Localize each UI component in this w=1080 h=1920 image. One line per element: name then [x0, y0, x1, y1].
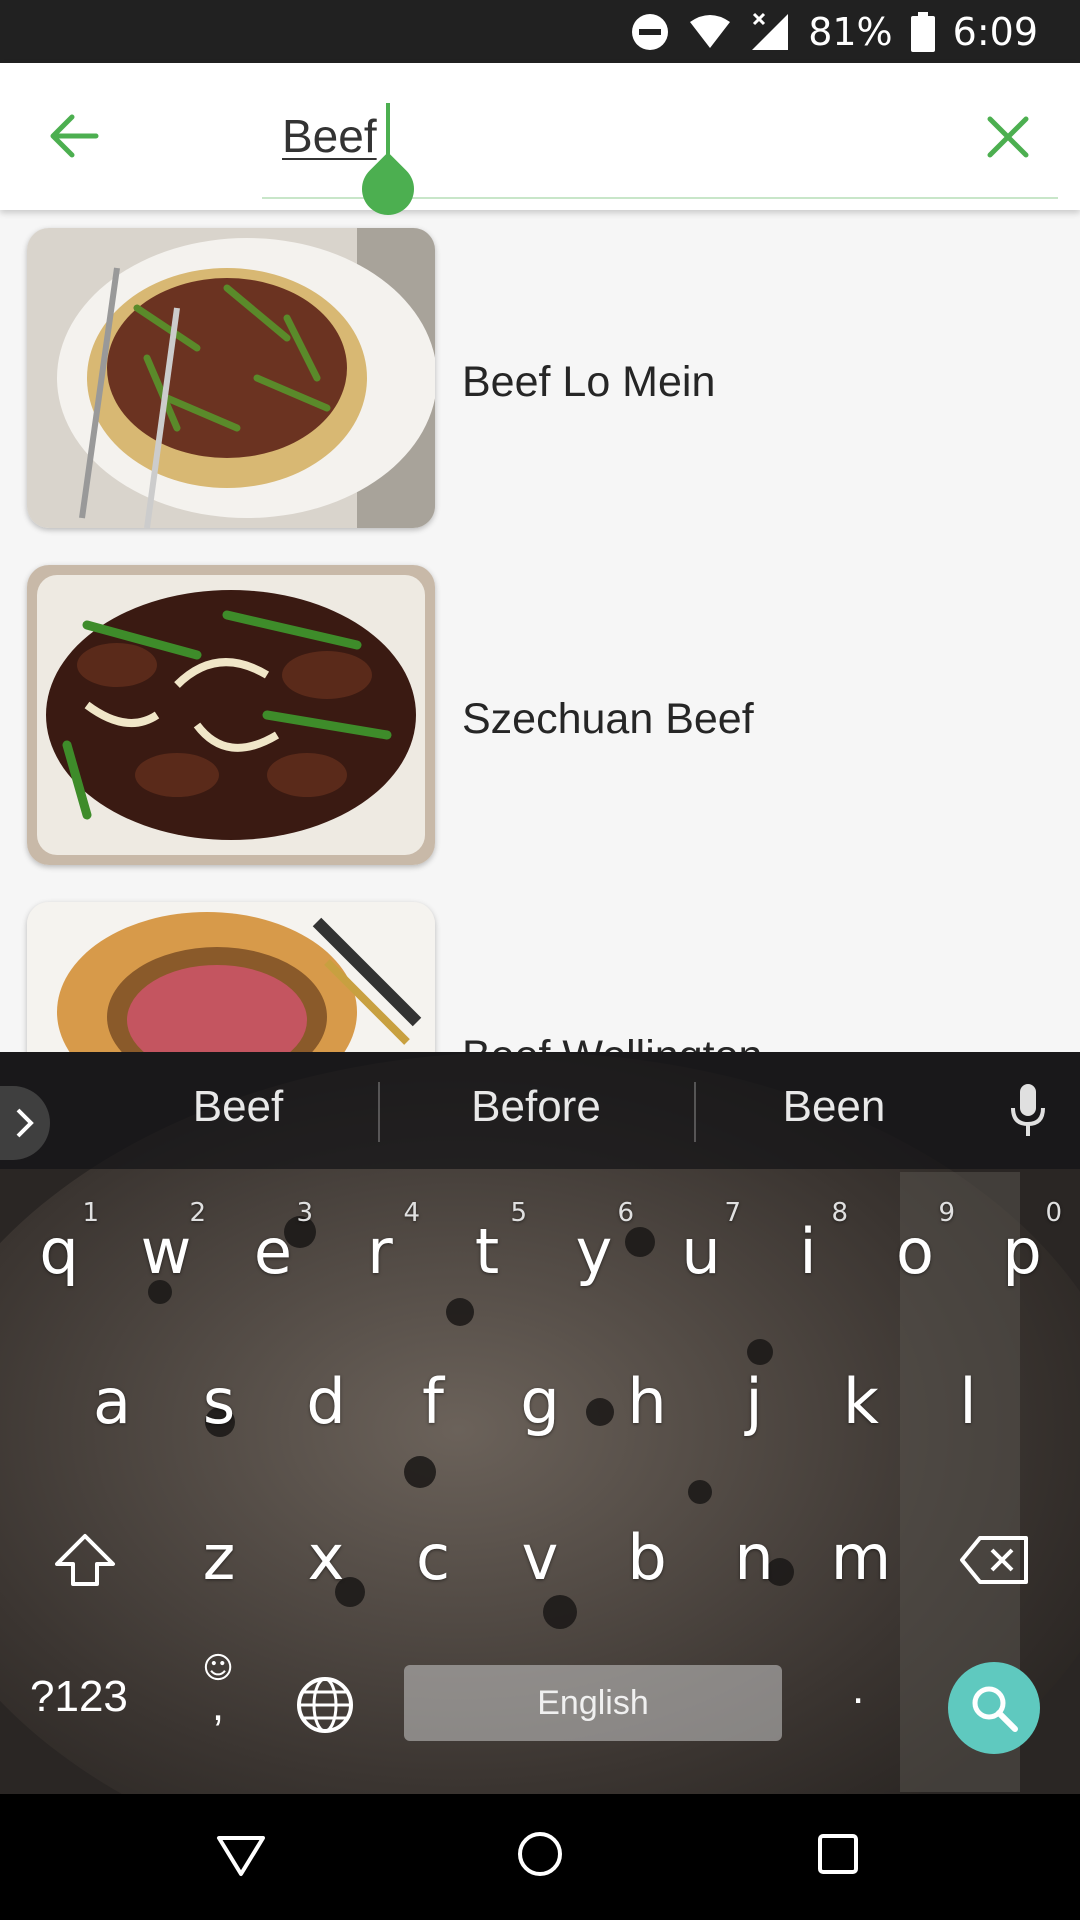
- key-d[interactable]: d: [278, 1342, 374, 1472]
- key-m[interactable]: m: [813, 1498, 909, 1628]
- key-b[interactable]: b: [599, 1498, 695, 1628]
- key-y[interactable]: y6: [546, 1192, 642, 1322]
- clock: 6:09: [952, 9, 1038, 54]
- key-q[interactable]: q1: [11, 1192, 107, 1322]
- navigation-bar: [0, 1794, 1080, 1920]
- beef-wellington-photo: [27, 902, 435, 1052]
- key-p[interactable]: p0: [974, 1192, 1070, 1322]
- szechuan-beef-photo: [27, 565, 435, 865]
- suggestion-2[interactable]: Before: [386, 1082, 686, 1132]
- key-x[interactable]: x: [278, 1498, 374, 1628]
- key-h[interactable]: h: [599, 1342, 695, 1472]
- shift-key[interactable]: [37, 1498, 133, 1628]
- shift-icon: [55, 1534, 115, 1586]
- signal-icon: [752, 12, 789, 50]
- key-n[interactable]: n: [706, 1498, 802, 1628]
- suggestion-bar: Beef Before Been: [0, 1052, 1080, 1169]
- back-icon[interactable]: [211, 1824, 271, 1884]
- suggestion-divider: [378, 1082, 380, 1142]
- period-key[interactable]: .: [852, 1664, 864, 1714]
- battery-percent: 81%: [808, 9, 893, 54]
- result-title[interactable]: Beef Lo Mein: [462, 358, 715, 407]
- comma-label: ,: [211, 1681, 225, 1730]
- backspace-key[interactable]: [946, 1498, 1042, 1628]
- search-key[interactable]: [948, 1662, 1040, 1754]
- key-z[interactable]: z: [171, 1498, 267, 1628]
- clear-icon[interactable]: [986, 115, 1030, 159]
- space-bar[interactable]: English: [404, 1665, 782, 1741]
- key-j[interactable]: j: [706, 1342, 802, 1472]
- status-icons: 81% 6:09: [630, 0, 1038, 63]
- key-u[interactable]: u7: [653, 1192, 749, 1322]
- expand-suggestions-button[interactable]: [0, 1086, 50, 1160]
- key-f[interactable]: f: [385, 1342, 481, 1472]
- key-k[interactable]: k: [813, 1342, 909, 1472]
- wifi-icon: [690, 14, 731, 48]
- key-t[interactable]: t5: [439, 1192, 535, 1322]
- microphone-icon[interactable]: [1008, 1082, 1048, 1138]
- search-header: Beef: [0, 63, 1080, 226]
- list-item[interactable]: Beef Lo Mein: [0, 210, 1080, 528]
- key-s[interactable]: s: [171, 1342, 267, 1472]
- back-arrow-icon[interactable]: [46, 109, 100, 163]
- backspace-icon: [960, 1536, 1028, 1584]
- result-title[interactable]: Szechuan Beef: [462, 695, 754, 744]
- key-a[interactable]: a: [64, 1342, 160, 1472]
- key-c[interactable]: c: [385, 1498, 481, 1628]
- suggestion-3[interactable]: Been: [684, 1082, 984, 1132]
- key-i[interactable]: i8: [760, 1192, 856, 1322]
- suggestion-1[interactable]: Beef: [88, 1082, 388, 1132]
- chevron-right-icon: [16, 1108, 34, 1138]
- key-v[interactable]: v: [492, 1498, 588, 1628]
- key-o[interactable]: o9: [867, 1192, 963, 1322]
- result-title[interactable]: Beef Wellington: [462, 1032, 762, 1052]
- status-bar: 81% 6:09: [0, 0, 1080, 63]
- globe-icon[interactable]: [296, 1676, 354, 1734]
- search-icon: [972, 1686, 1018, 1732]
- key-r[interactable]: r4: [332, 1192, 428, 1322]
- do-not-disturb-icon: [632, 13, 669, 50]
- beef-lo-mein-photo: [27, 228, 435, 528]
- screen: 81% 6:09 Beef Beef Lo Mein Szechuan Beef…: [0, 0, 1080, 1920]
- recents-icon[interactable]: [808, 1824, 868, 1884]
- key-e[interactable]: e3: [225, 1192, 321, 1322]
- search-input[interactable]: Beef: [262, 103, 1058, 226]
- results-list: Beef Lo Mein Szechuan Beef: [0, 210, 1080, 1052]
- battery-icon: [910, 11, 935, 52]
- home-icon[interactable]: [510, 1824, 570, 1884]
- search-query-text[interactable]: Beef: [282, 109, 377, 163]
- symbols-key[interactable]: ?123: [30, 1672, 128, 1722]
- key-l[interactable]: l: [920, 1342, 1016, 1472]
- keyboard: Beef Before Been q1 w2 e3 r4 t5 y6 u7 i8…: [0, 1052, 1080, 1794]
- emoji-comma-key[interactable]: ☺ ,: [196, 1652, 240, 1742]
- list-item[interactable]: Beef Wellington: [0, 884, 1080, 1052]
- key-g[interactable]: g: [492, 1342, 588, 1472]
- key-w[interactable]: w2: [118, 1192, 214, 1322]
- list-item[interactable]: Szechuan Beef: [0, 547, 1080, 865]
